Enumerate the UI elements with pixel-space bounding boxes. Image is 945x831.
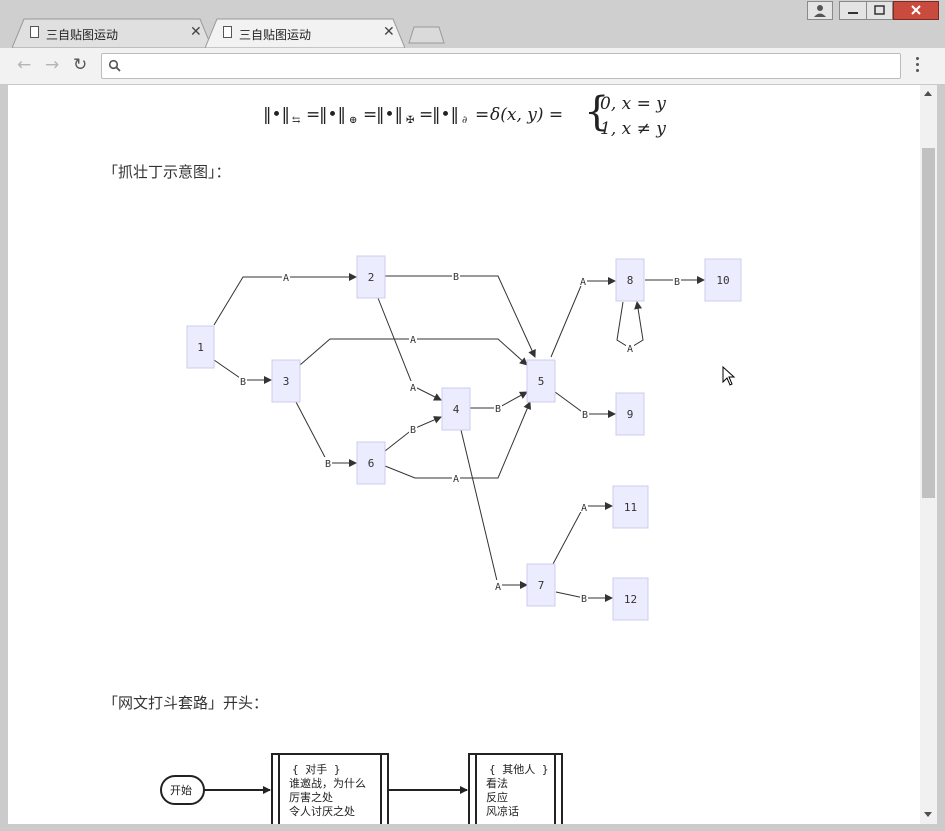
scroll-up-icon[interactable] [924,91,932,96]
box1-line-2: 谁邀战，为什么 [289,776,366,790]
scroll-down-icon[interactable] [924,812,932,817]
cursor-icon [722,366,736,386]
scrollbar-thumb[interactable] [922,148,935,498]
box1-line-1: { 对手 } [292,762,341,776]
start-label: 开始 [170,783,192,797]
box2-line-1: { 其他人 } [489,763,549,776]
box2-line-4: 风凉话 [486,804,519,818]
flowchart: 开始 { 对手 } 谁邀战，为什么 厉害之处 令人讨厌之处 { 其他人 } 看法… [160,753,563,824]
box2-line-2: 看法 [486,776,508,790]
box1-line-3: 厉害之处 [289,790,333,804]
box2-line-3: 反应 [486,790,508,804]
box1-line-4: 令人讨厌之处 [289,804,355,818]
browser-window: 三自贴图运动 ✕ 三自贴图运动 ✕ ← → ↻ ‖•‖ ⇆ = ‖•‖ ⊕ = … [0,0,945,831]
